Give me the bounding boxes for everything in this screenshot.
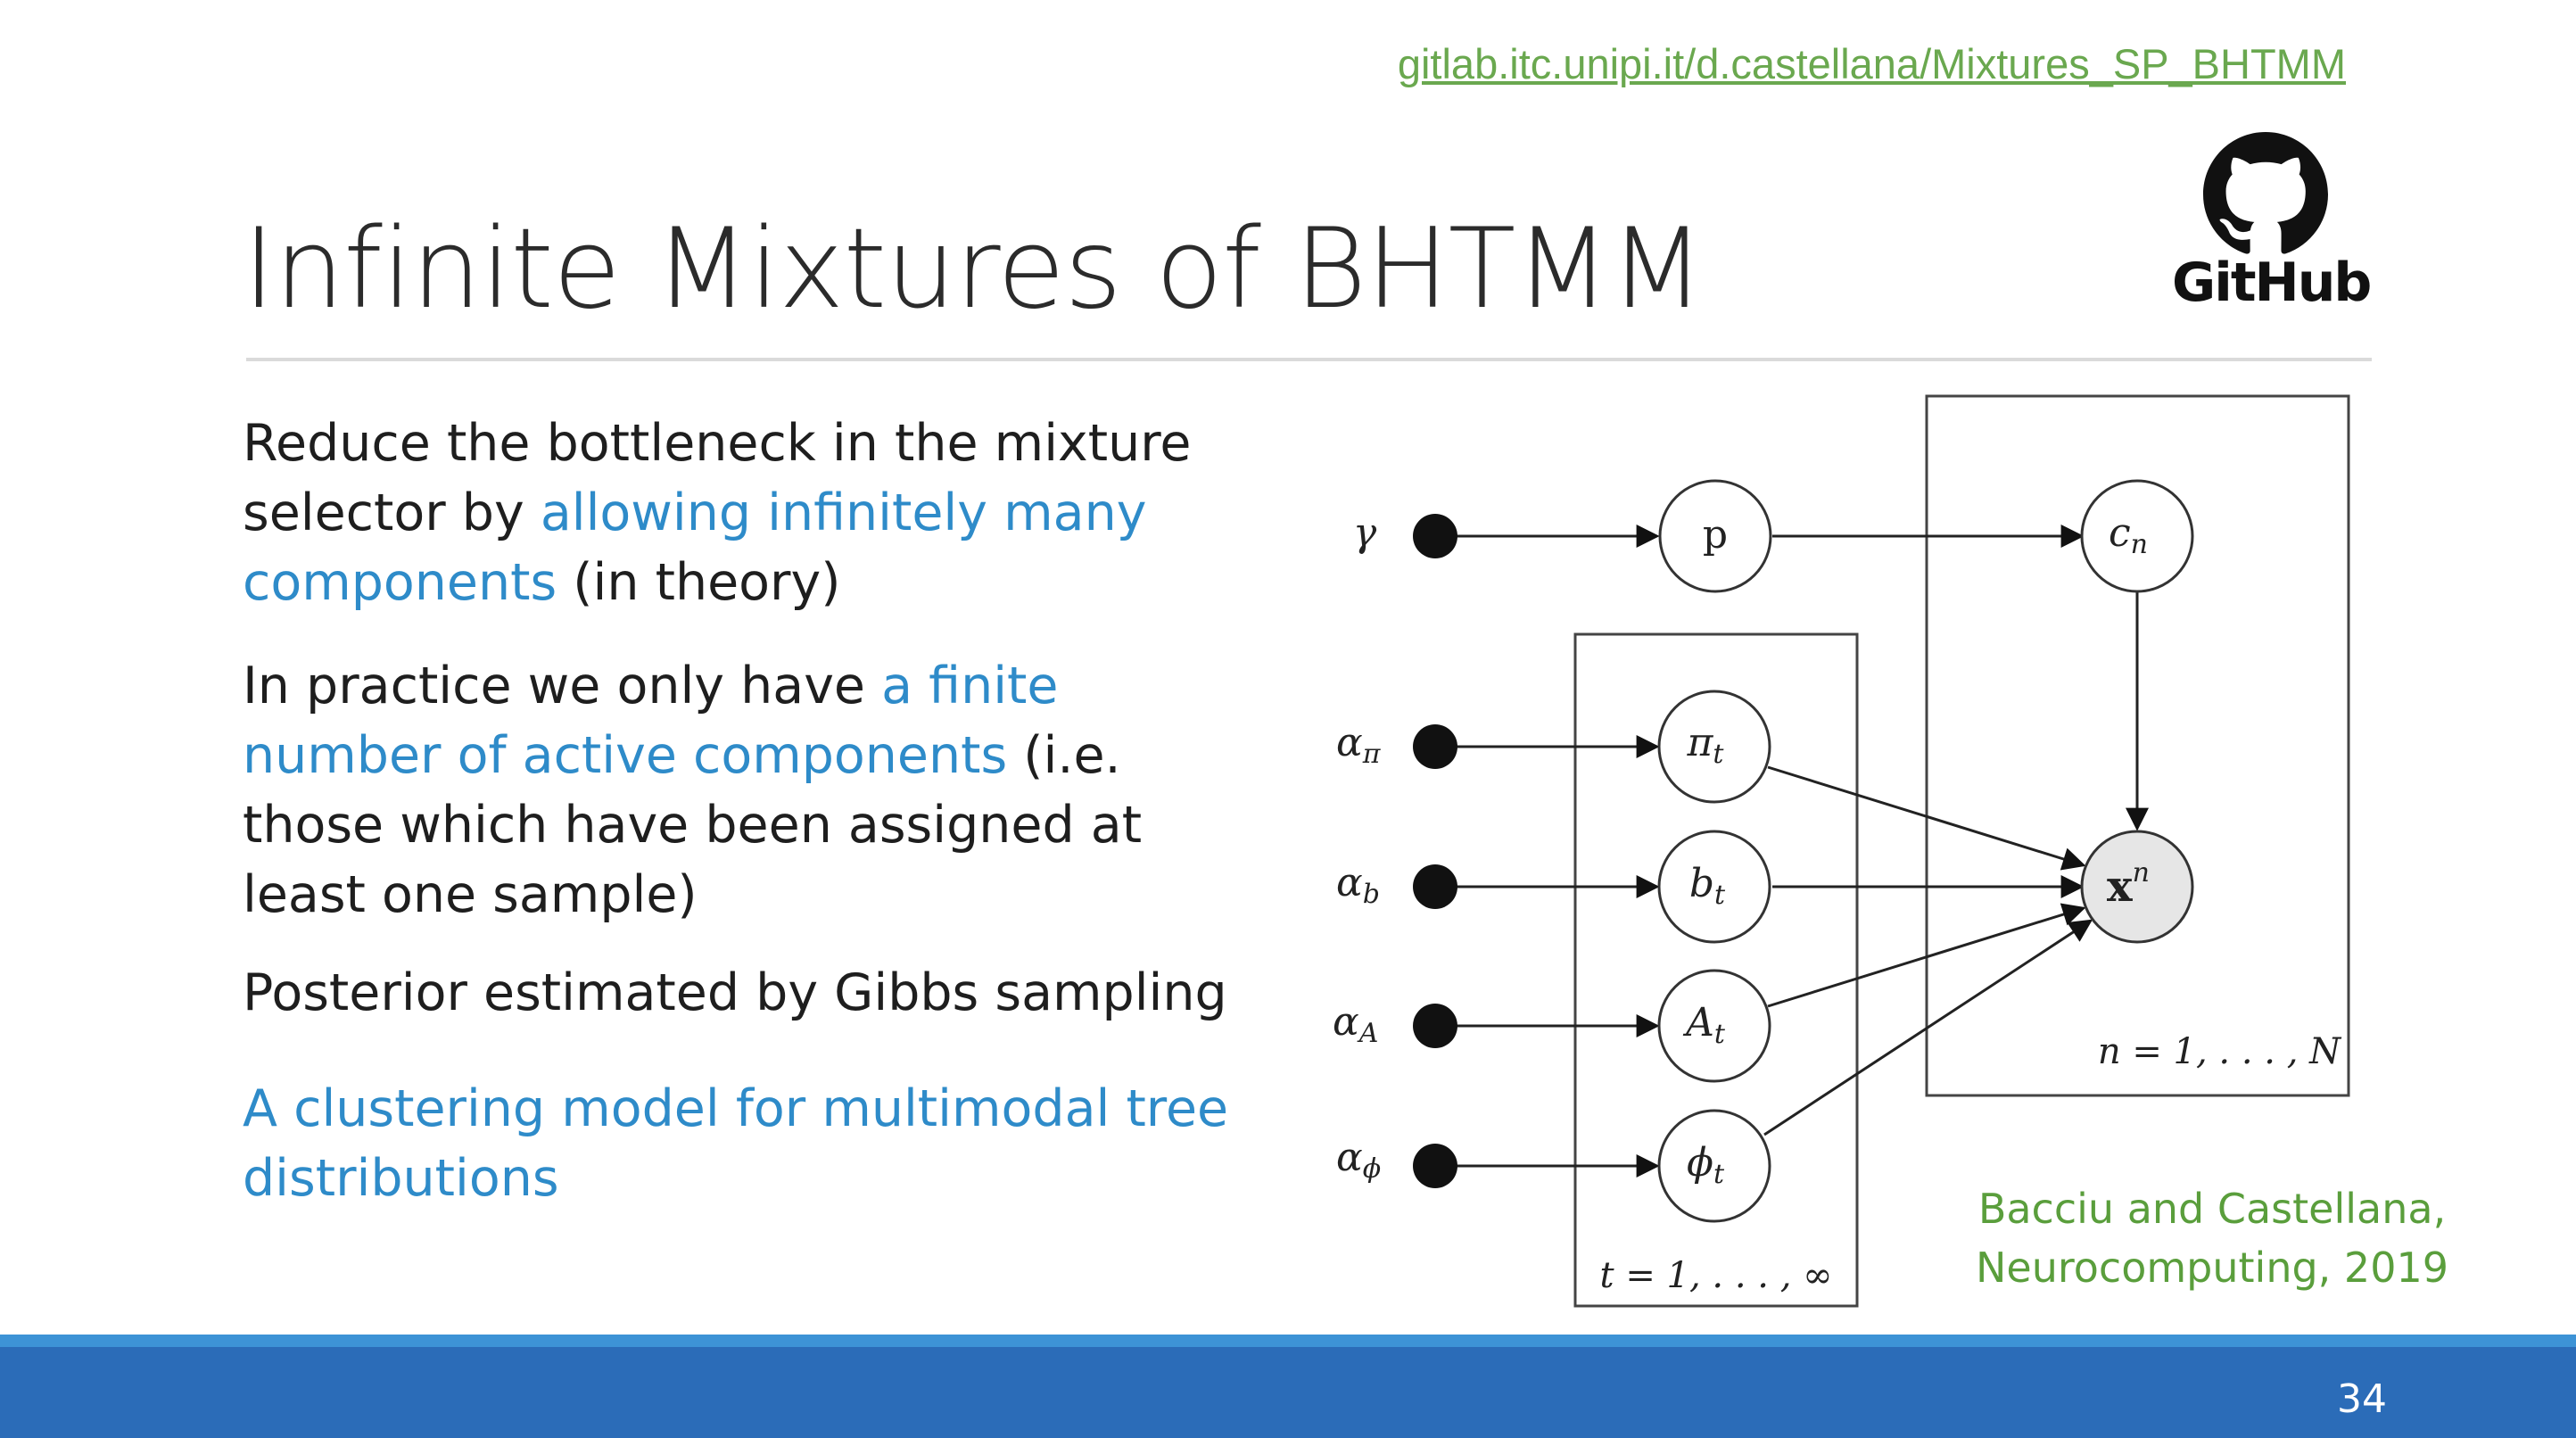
label-alpha-phi: αϕ [1336, 1135, 1381, 1185]
hyperparam-alpha-A-dot [1413, 1004, 1457, 1048]
hyperparam-gamma-dot [1413, 514, 1457, 558]
hyperparam-alpha-phi-dot [1413, 1144, 1457, 1188]
citation: Bacciu and Castellana, Neurocomputing, 2… [1953, 1179, 2471, 1297]
page-number: 34 [2337, 1376, 2387, 1422]
label-gamma: γ [1353, 510, 1377, 556]
label-alpha-pi: απ [1336, 720, 1382, 770]
label-alpha-b: αb [1336, 860, 1380, 910]
plate-t-label: t = 1, . . . , ∞ [1600, 1255, 1833, 1296]
hyperparam-alpha-b-dot [1413, 864, 1457, 909]
node-p-label: p [1703, 512, 1728, 558]
citation-line-2: Neurocomputing, 2019 [1976, 1244, 2448, 1292]
label-alpha-A: αA [1333, 999, 1378, 1049]
footer-bar [0, 1335, 2576, 1438]
hyperparam-alpha-pi-dot [1413, 724, 1457, 769]
citation-line-1: Bacciu and Castellana, [1977, 1185, 2447, 1233]
plate-n-label: n = 1, . . . , N [2098, 1031, 2342, 1072]
